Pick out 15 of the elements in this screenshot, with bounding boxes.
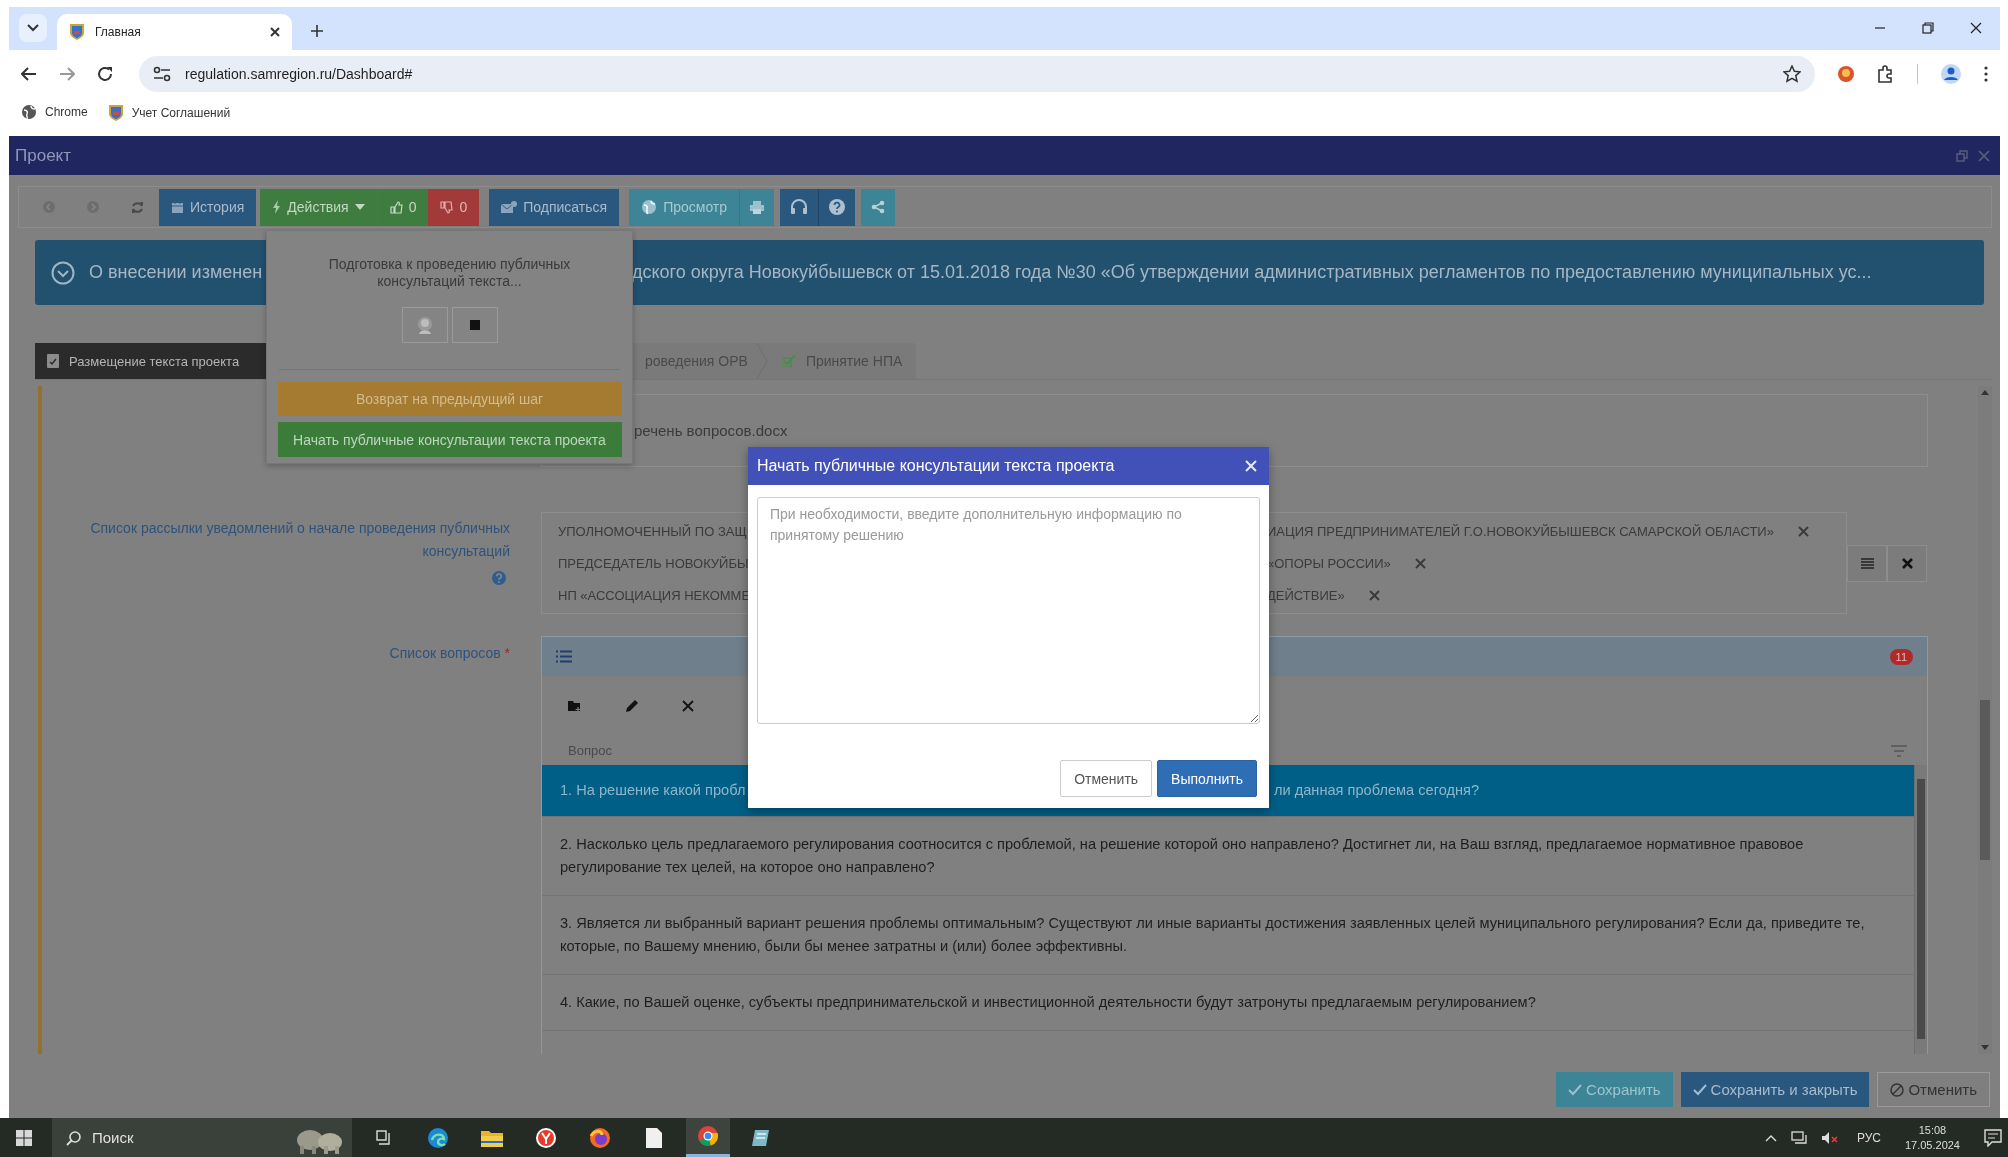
field-label: Список рассылки уведомлений о начале проведения публичных консультаций <box>89 519 510 561</box>
recipient-tag: ДЕЙСТВИЕ» <box>1267 587 1345 603</box>
tab-title: Главная <box>95 25 142 39</box>
url-text: regulation.samregion.ru/Dashboard# <box>185 66 413 82</box>
recipient-tag: «ОПОРЫ РОССИИ» <box>1267 555 1391 571</box>
count-badge: 11 <box>1889 648 1913 665</box>
title-fragment: дского округа Новокуйбышевск от 15.01.2018 года №30 «Об утверждении административных регламентов по предоставлению муниципальных ус... <box>632 262 1872 283</box>
status-text: Подготовка к проведению публичных консультаций текста... <box>327 256 572 290</box>
recipient-tag: ПРЕДСЕДАТЕЛЬ НОВОКУЙБЫ <box>558 555 749 571</box>
title-fragment: О внесении изменен <box>89 262 263 282</box>
field-label: Список вопросов * <box>388 644 510 663</box>
dialog-title: Начать публичные консультации текста проекта <box>757 457 1115 475</box>
window-title: Проект <box>15 145 71 166</box>
recipient-tag: НП «АССОЦИАЦИЯ НЕКОММЕ <box>558 587 751 603</box>
recipient-tag: УПОЛНОМОЧЕННЫЙ ПО ЗАЩ <box>558 523 747 539</box>
